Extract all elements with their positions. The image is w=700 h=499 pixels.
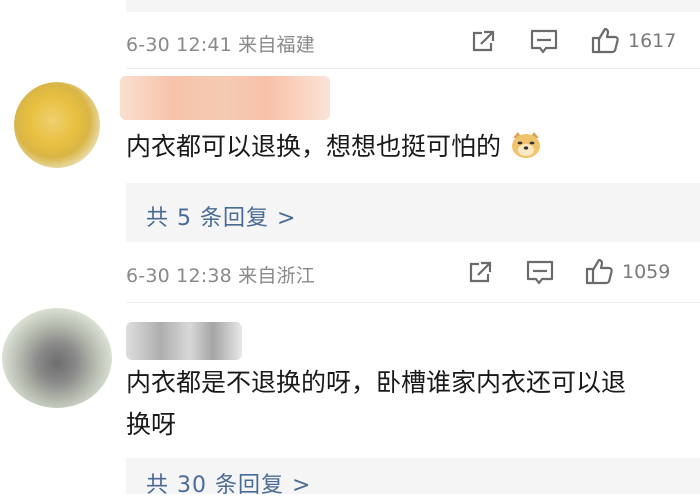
comment-text: 内衣都是不退换的呀，卧槽谁家内衣还可以退 换呀	[126, 362, 686, 446]
thumbs-up-icon[interactable]	[584, 256, 614, 286]
share-icon[interactable]	[466, 259, 494, 287]
share-icon[interactable]	[469, 28, 497, 56]
reply-box-top	[126, 0, 700, 12]
view-replies-link[interactable]: 共 30 条回复 >	[146, 467, 311, 499]
username-blurred[interactable]	[126, 322, 242, 360]
comment-text-line: 换呀	[126, 410, 177, 439]
avatar[interactable]	[14, 82, 100, 168]
dog-emoji	[509, 130, 543, 160]
divider	[126, 68, 700, 69]
like-count: 1059	[622, 261, 671, 283]
username-blurred[interactable]	[120, 76, 330, 120]
reply-box[interactable]: 共 30 条回复 >	[126, 458, 700, 498]
comment-text-content: 内衣都可以退换，想想也挺可怕的	[126, 132, 502, 161]
thumbs-up-icon[interactable]	[590, 25, 620, 55]
comment-meta: 6-30 12:38 来自浙江	[126, 265, 315, 287]
comment-meta: 6-30 12:41 来自福建	[126, 34, 315, 56]
comment-text-line: 内衣都是不退换的呀，卧槽谁家内衣还可以退	[126, 368, 627, 397]
comment-icon[interactable]	[529, 28, 559, 56]
comment-icon[interactable]	[525, 259, 555, 287]
divider	[126, 302, 700, 303]
like-count: 1617	[628, 30, 677, 52]
reply-box[interactable]: 共 5 条回复 >	[126, 183, 700, 242]
comment-text: 内衣都可以退换，想想也挺可怕的	[126, 126, 543, 168]
avatar[interactable]	[2, 308, 112, 408]
view-replies-link[interactable]: 共 5 条回复 >	[146, 200, 296, 232]
